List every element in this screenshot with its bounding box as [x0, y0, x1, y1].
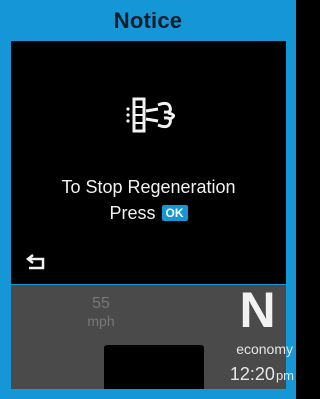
cluster-blank-panel — [104, 345, 204, 389]
press-ok-line: Press OK — [11, 202, 286, 224]
clock-time: 12:20 — [229, 364, 275, 384]
gear-indicator: N — [239, 282, 276, 338]
back-arrow-icon[interactable] — [25, 254, 47, 272]
notice-message: To Stop Regeneration — [61, 177, 236, 197]
instrument-cluster: 55 mph N economy 12:20pm — [11, 282, 294, 389]
clock-ampm: pm — [275, 368, 294, 383]
dpf-regeneration-icon — [126, 97, 175, 133]
notice-title: Notice — [113, 7, 183, 33]
speed-unit: mph — [87, 313, 115, 329]
press-label: Press — [109, 203, 156, 223]
title-bar: Notice — [0, 0, 296, 41]
notice-dialog: To Stop Regeneration Press OK — [11, 41, 286, 284]
notice-window: Notice To Stop Regeneration Press OK 55 … — [0, 0, 296, 399]
drive-mode: economy — [236, 341, 293, 357]
speed-value: 55 — [92, 295, 110, 312]
ok-badge[interactable]: OK — [161, 205, 188, 221]
clock: 12:20pm — [204, 363, 294, 387]
